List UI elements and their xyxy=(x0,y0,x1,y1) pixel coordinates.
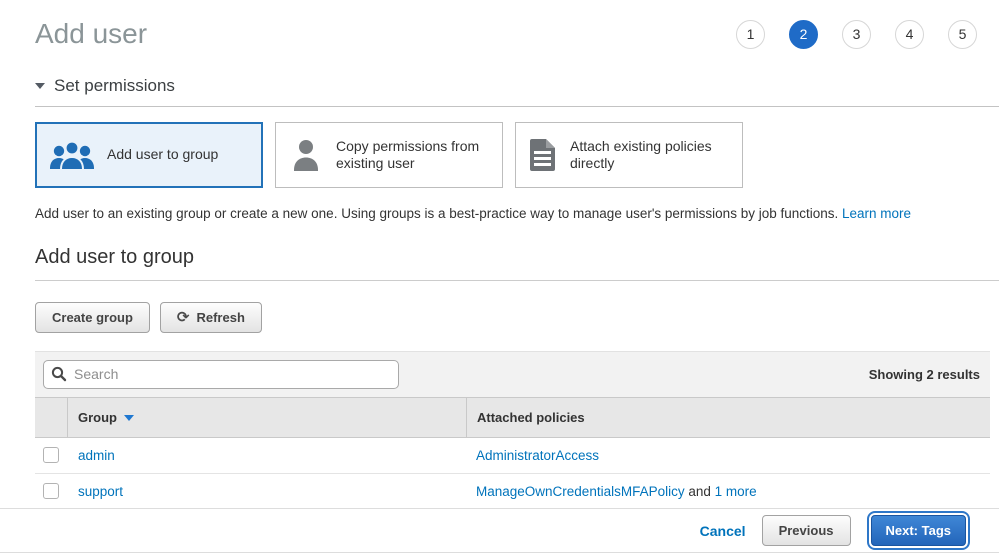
refresh-icon: ⟳ xyxy=(177,310,190,325)
row-checkbox-support[interactable] xyxy=(43,483,59,499)
learn-more-link[interactable]: Learn more xyxy=(842,206,911,221)
page-title: Add user xyxy=(35,18,147,50)
cancel-link[interactable]: Cancel xyxy=(700,523,746,539)
add-user-wizard: Add user 1 2 3 4 5 Set permissions xyxy=(0,0,999,557)
row-checkbox-admin[interactable] xyxy=(43,447,59,463)
groups-table-panel: Showing 2 results Group Attached policie… xyxy=(35,351,990,510)
table-toolbar: Showing 2 results xyxy=(35,351,990,397)
group-actions: Create group ⟳ Refresh xyxy=(35,302,999,333)
permissions-description: Add user to an existing group or create … xyxy=(35,204,977,224)
option-add-user-to-group[interactable]: Add user to group xyxy=(35,122,263,188)
permission-option-cards: Add user to group Copy permissions from … xyxy=(35,122,977,188)
option-label: Add user to group xyxy=(107,146,218,164)
group-section-header: Add user to group xyxy=(35,246,999,281)
set-permissions-section-header[interactable]: Set permissions xyxy=(35,76,999,107)
wizard-footer: Cancel Previous Next: Tags xyxy=(0,508,999,553)
column-header-attached-policies: Attached policies xyxy=(466,398,990,437)
user-group-icon xyxy=(49,139,95,171)
column-header-group[interactable]: Group xyxy=(68,410,466,425)
collapse-triangle-icon xyxy=(35,83,45,89)
group-cell: admin xyxy=(68,448,466,463)
refresh-label: Refresh xyxy=(196,310,244,325)
policies-cell: ManageOwnCredentialsMFAPolicy and 1 more xyxy=(466,484,990,499)
section-title: Set permissions xyxy=(54,76,175,96)
column-policies-label: Attached policies xyxy=(477,410,585,425)
select-all-column xyxy=(35,398,68,437)
option-label: Attach existing policies directly xyxy=(570,138,730,173)
option-copy-permissions[interactable]: Copy permissions from existing user xyxy=(275,122,503,188)
policy-document-icon xyxy=(528,138,558,172)
column-group-label: Group xyxy=(78,410,117,425)
step-3: 3 xyxy=(842,20,871,49)
option-label: Copy permissions from existing user xyxy=(336,138,490,173)
policies-cell: AdministratorAccess xyxy=(466,448,990,463)
group-link-admin[interactable]: admin xyxy=(78,448,115,463)
previous-button[interactable]: Previous xyxy=(762,515,851,546)
step-2-current: 2 xyxy=(789,20,818,49)
group-section-title: Add user to group xyxy=(35,246,999,269)
next-tags-button[interactable]: Next: Tags xyxy=(871,515,967,546)
previous-label: Previous xyxy=(779,523,834,538)
description-text: Add user to an existing group or create … xyxy=(35,206,838,221)
step-4: 4 xyxy=(895,20,924,49)
option-attach-policies[interactable]: Attach existing policies directly xyxy=(515,122,743,188)
policy-conjunction: and xyxy=(688,484,711,499)
table-header-row: Group Attached policies xyxy=(35,397,990,438)
policy-link[interactable]: AdministratorAccess xyxy=(476,448,599,463)
checkbox-cell xyxy=(35,483,68,499)
user-icon xyxy=(288,138,324,172)
group-link-support[interactable]: support xyxy=(78,484,123,499)
group-cell: support xyxy=(68,484,466,499)
more-policies-link[interactable]: 1 more xyxy=(715,484,757,499)
table-row-support: support ManageOwnCredentialsMFAPolicy an… xyxy=(35,474,990,510)
policy-link[interactable]: ManageOwnCredentialsMFAPolicy xyxy=(476,484,685,499)
refresh-button[interactable]: ⟳ Refresh xyxy=(160,302,262,333)
wizard-header: Add user 1 2 3 4 5 xyxy=(0,0,999,50)
results-count: Showing 2 results xyxy=(869,367,980,382)
search-box xyxy=(43,360,399,389)
create-group-label: Create group xyxy=(52,310,133,325)
sort-descending-icon xyxy=(124,415,134,421)
step-indicator: 1 2 3 4 5 xyxy=(736,20,977,49)
step-1: 1 xyxy=(736,20,765,49)
next-tags-label: Next: Tags xyxy=(886,523,952,538)
checkbox-cell xyxy=(35,447,68,463)
search-input[interactable] xyxy=(43,360,399,389)
table-row-admin: admin AdministratorAccess xyxy=(35,438,990,474)
create-group-button[interactable]: Create group xyxy=(35,302,150,333)
search-icon xyxy=(51,366,67,387)
step-5: 5 xyxy=(948,20,977,49)
